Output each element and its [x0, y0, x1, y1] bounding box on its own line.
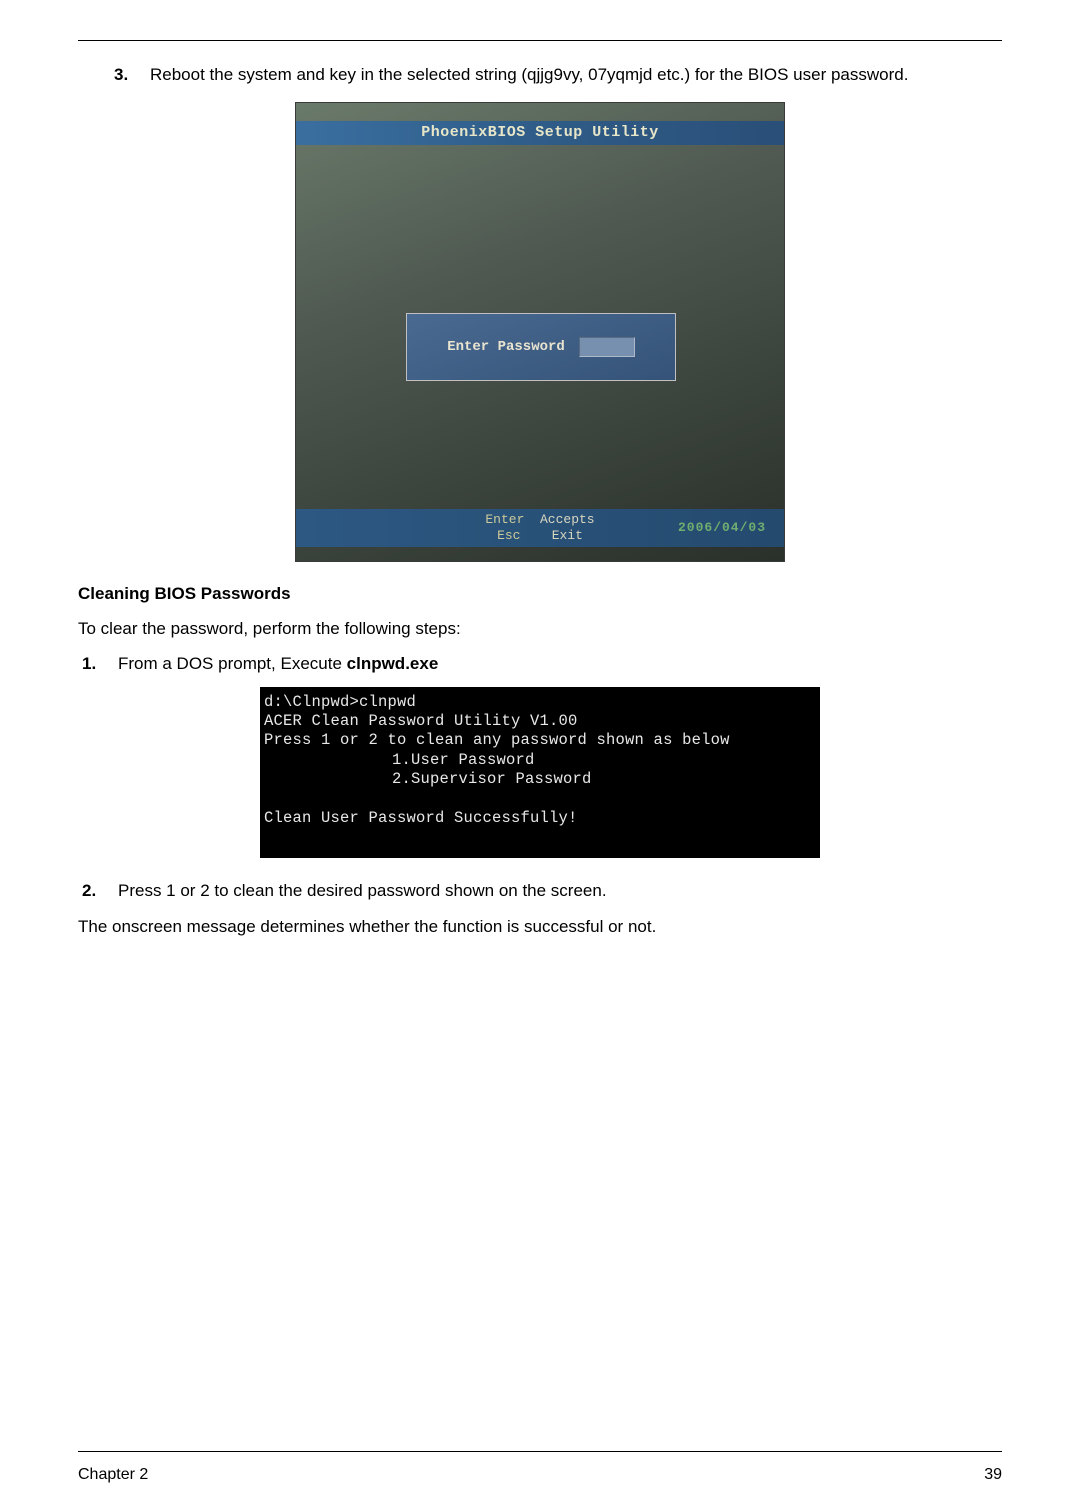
page: 3. Reboot the system and key in the sele…	[0, 0, 1080, 1512]
bios-password-dialog: Enter Password	[406, 313, 676, 381]
key-esc-action: Exit	[552, 528, 583, 543]
footer-right: 39	[984, 1466, 1002, 1484]
step-text: Reboot the system and key in the selecte…	[150, 65, 908, 84]
closing-text: The onscreen message determines whether …	[78, 914, 1002, 940]
dos-l3: Press 1 or 2 to clean any password shown…	[264, 731, 730, 749]
dos-l4: 1.User Password	[392, 751, 535, 769]
dos-screenshot-figure: d:\Clnpwd>clnpwd ACER Clean Password Uti…	[78, 687, 1002, 859]
bios-key-hints: Enter Accepts Esc Exit	[485, 512, 594, 543]
bios-screenshot-figure: PhoenixBIOS Setup Utility Enter Password…	[78, 102, 1002, 562]
sub-steps: 1. From a DOS prompt, Execute clnpwd.exe	[78, 651, 1002, 677]
ordered-list-continued: 3. Reboot the system and key in the sele…	[78, 63, 1002, 88]
step-number: 2.	[82, 878, 96, 904]
top-rule	[78, 40, 1002, 41]
key-esc: Esc	[497, 528, 520, 543]
key-enter: Enter	[485, 512, 524, 527]
dos-l5: 2.Supervisor Password	[392, 770, 592, 788]
bios-title-bar: PhoenixBIOS Setup Utility	[296, 121, 784, 145]
step-number: 1.	[82, 651, 96, 677]
step-number: 3.	[114, 63, 128, 88]
bottom-rule	[78, 1451, 1002, 1452]
page-footer: Chapter 2 39	[78, 1466, 1002, 1484]
sub-step-1: 1. From a DOS prompt, Execute clnpwd.exe	[118, 651, 1002, 677]
password-input-slot	[579, 337, 635, 357]
key-enter-action: Accepts	[540, 512, 595, 527]
sub-step-2: 2. Press 1 or 2 to clean the desired pas…	[118, 878, 1002, 904]
bios-screenshot: PhoenixBIOS Setup Utility Enter Password…	[295, 102, 785, 562]
dos-l1: d:\Clnpwd>clnpwd	[264, 693, 416, 711]
step-3: 3. Reboot the system and key in the sele…	[150, 63, 1002, 88]
sub1-prefix: From a DOS prompt, Execute	[118, 654, 347, 673]
sub-steps-2: 2. Press 1 or 2 to clean the desired pas…	[78, 878, 1002, 904]
enter-password-label: Enter Password	[447, 339, 565, 355]
dos-l6: Clean User Password Successfully!	[264, 809, 578, 827]
bios-date: 2006/04/03	[678, 520, 766, 535]
sub1-bold: clnpwd.exe	[347, 654, 439, 673]
section-intro: To clear the password, perform the follo…	[78, 616, 1002, 642]
section-heading: Cleaning BIOS Passwords	[78, 584, 1002, 604]
dos-l2: ACER Clean Password Utility V1.00	[264, 712, 578, 730]
sub2-text: Press 1 or 2 to clean the desired passwo…	[118, 881, 607, 900]
dos-terminal: d:\Clnpwd>clnpwd ACER Clean Password Uti…	[260, 687, 820, 859]
footer-left: Chapter 2	[78, 1466, 148, 1484]
bios-footer-bar: Enter Accepts Esc Exit 2006/04/03	[296, 509, 784, 547]
